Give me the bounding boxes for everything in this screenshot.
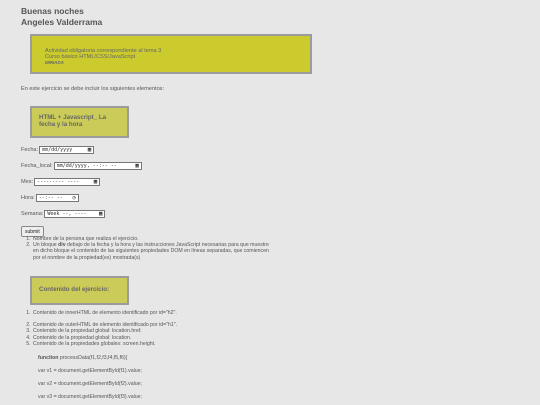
month-row: Mes: --------- ---- ▦ xyxy=(21,178,101,186)
requirements-list: Nombre de la persona que realiza el ejer… xyxy=(32,236,272,261)
date-input-value: mm/dd/yyyy xyxy=(42,147,73,153)
content-list: Contenido de innerHTML de elemento ident… xyxy=(32,310,292,347)
section-box-title: HTML + Javascript_ La fecha y la hora xyxy=(30,106,129,138)
list-item: Contenido de innerHTML de elemento ident… xyxy=(32,310,292,316)
list-item-text: Un bloque xyxy=(33,242,59,249)
code-line-1: function processData(f1,f2,f3,f4,f5,f6){ xyxy=(38,355,127,361)
week-input-value: Week --, ---- xyxy=(47,211,87,217)
month-input-value: --------- ---- xyxy=(37,179,80,185)
time-input[interactable]: --:-- -- ◷ xyxy=(35,194,79,202)
date-label: Fecha: xyxy=(21,147,39,153)
time-row: Hora: --:-- -- ◷ xyxy=(21,194,79,202)
greeting-text: Buenas noches xyxy=(21,6,84,16)
section-box-line-1: HTML + Javascript_ La xyxy=(39,114,107,121)
author-name: Angeles Valderrama xyxy=(21,16,103,27)
banner-line-3: MIRIADA xyxy=(45,60,64,66)
datetime-input-value: mm/dd/yyyy, --:-- -- xyxy=(56,163,117,169)
calendar-icon[interactable]: ▦ xyxy=(135,163,138,169)
datetime-local-input[interactable]: mm/dd/yyyy, --:-- -- ▦ xyxy=(53,162,142,170)
course-banner: Actividad obligatoria correspondiente al… xyxy=(30,34,312,74)
content-box-title: Contenido del ejercicio: xyxy=(30,276,129,305)
calendar-icon[interactable]: ▦ xyxy=(94,179,97,185)
list-item-text: debajo de la fecha y la hora y las instr… xyxy=(33,242,269,261)
code-line-3: var v2 = document.getElementById(f2).val… xyxy=(38,381,142,387)
calendar-icon[interactable]: ▦ xyxy=(88,147,91,153)
section-box-line-2: fecha y la hora xyxy=(39,121,83,129)
code-line-2: var v1 = document.getElementById(f1).val… xyxy=(38,368,142,374)
datetime-label: Fecha_local: xyxy=(21,163,53,169)
intro-text: En este ejercicio se debe incluir los si… xyxy=(21,86,165,92)
week-input[interactable]: Week --, ---- ▦ xyxy=(44,210,106,218)
month-label: Mes: xyxy=(21,179,34,185)
code-line-4: var v3 = document.getElementById(f3).val… xyxy=(38,394,142,400)
week-label: Semana: xyxy=(21,211,44,217)
list-item-bold: div xyxy=(58,242,66,249)
list-item: Un bloque div debajo de la fecha y la ho… xyxy=(32,242,272,261)
time-input-value: --:-- -- xyxy=(38,195,63,201)
calendar-icon[interactable]: ▦ xyxy=(99,211,102,217)
date-row: Fecha: mm/dd/yyyy ▦ xyxy=(21,146,95,154)
date-input[interactable]: mm/dd/yyyy ▦ xyxy=(39,146,95,154)
list-item: Contenido de la propiedades globales: sc… xyxy=(32,341,292,347)
clock-icon[interactable]: ◷ xyxy=(72,195,75,201)
code-keyword: function xyxy=(38,355,59,361)
greeting-header: Buenas noches Angeles Valderrama xyxy=(21,6,102,27)
datetime-row: Fecha_local: mm/dd/yyyy, --:-- -- ▦ xyxy=(21,162,142,170)
code-text: processData(f1,f2,f3,f4,f5,f6){ xyxy=(58,355,128,361)
week-row: Semana: Week --, ---- ▦ xyxy=(21,210,106,218)
month-input[interactable]: --------- ---- ▦ xyxy=(34,178,101,186)
content-box-label: Contenido del ejercicio: xyxy=(39,286,110,293)
time-label: Hora: xyxy=(21,195,35,201)
